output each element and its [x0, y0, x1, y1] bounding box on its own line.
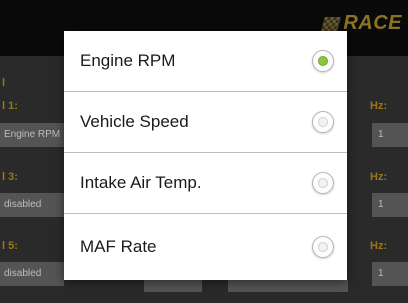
channel-select[interactable] — [228, 280, 348, 292]
option-maf-rate[interactable]: MAF Rate — [64, 214, 347, 280]
radio-dot — [318, 242, 328, 252]
option-vehicle-speed[interactable]: Vehicle Speed — [64, 92, 347, 153]
channel-select[interactable]: disabled — [0, 262, 64, 286]
radio-button[interactable] — [312, 172, 334, 194]
brand-name: RACE — [343, 12, 402, 34]
section-marker: l — [2, 77, 6, 89]
screen: RACE l l 1: Engine RPM Hz: 1 l 3: disabl… — [0, 0, 408, 303]
checkered-flag-icon — [321, 16, 342, 31]
channel-select[interactable]: Engine RPM — [0, 123, 64, 147]
option-label: Vehicle Speed — [80, 112, 189, 131]
channel-select[interactable]: disabled — [0, 193, 64, 217]
radio-dot — [318, 56, 328, 66]
hz-label: Hz: — [370, 100, 388, 112]
hz-select[interactable]: 1 — [372, 193, 408, 217]
hz-label: Hz: — [370, 240, 388, 252]
hz-label: Hz: — [370, 171, 388, 183]
channel-picker-dialog: Engine RPM Vehicle Speed Intake Air Temp… — [64, 31, 347, 280]
option-label: Engine RPM — [80, 51, 176, 70]
radio-dot — [318, 178, 328, 188]
option-engine-rpm[interactable]: Engine RPM — [64, 31, 347, 92]
option-label: MAF Rate — [80, 237, 157, 256]
radio-button-selected[interactable] — [312, 50, 334, 72]
channel-label: l 1: — [2, 100, 18, 112]
hz-select[interactable]: 1 — [372, 123, 408, 147]
radio-dot — [318, 117, 328, 127]
hz-select[interactable]: 1 — [372, 262, 408, 286]
radio-button[interactable] — [312, 236, 334, 258]
channel-select[interactable] — [144, 280, 202, 292]
option-label: Intake Air Temp. — [80, 173, 202, 192]
channel-label: l 5: — [2, 240, 18, 252]
option-intake-air-temp[interactable]: Intake Air Temp. — [64, 153, 347, 214]
channel-label: l 3: — [2, 171, 18, 183]
radio-button[interactable] — [312, 111, 334, 133]
